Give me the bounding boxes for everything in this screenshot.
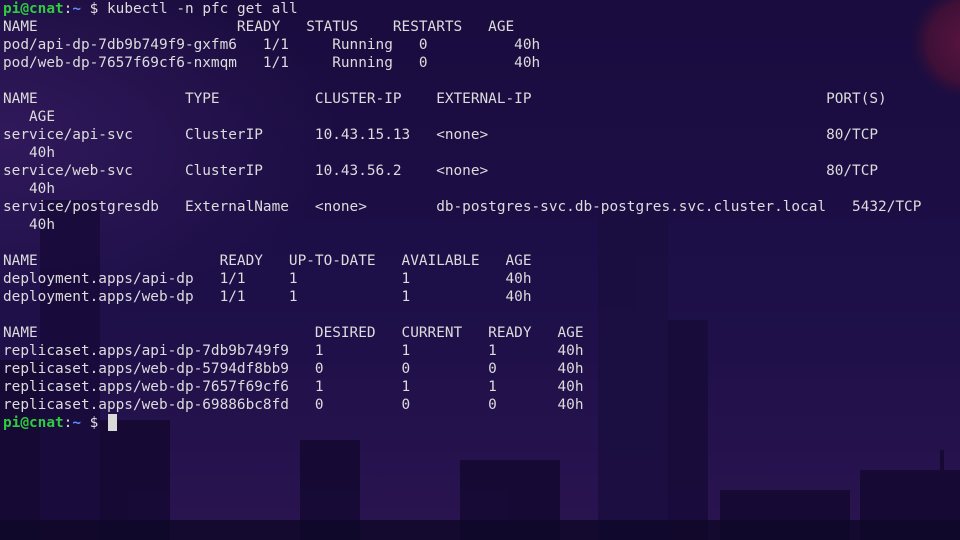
text-cursor bbox=[108, 414, 118, 431]
command-line: pi@cnat:~ $ kubectl -n pfc get all bbox=[3, 0, 298, 18]
deployment-row: deployment.apps/api-dp 1/1 1 1 40h bbox=[3, 271, 532, 287]
replicaset-row: replicaset.apps/web-dp-69886bc8fd 0 0 0 … bbox=[3, 397, 584, 413]
pods-header: NAME READY STATUS RESTARTS AGE bbox=[3, 19, 515, 35]
service-row-wrap: 40h bbox=[3, 181, 55, 197]
replicaset-row: replicaset.apps/web-dp-7657f69cf6 1 1 1 … bbox=[3, 379, 584, 395]
services-header-wrap: AGE bbox=[3, 109, 55, 125]
pod-row: pod/web-dp-7657f69cf6-nxmqm 1/1 Running … bbox=[3, 55, 541, 71]
pod-row: pod/api-dp-7db9b749f9-gxfm6 1/1 Running … bbox=[3, 37, 541, 53]
command-text: kubectl -n pfc get all bbox=[107, 1, 298, 17]
service-row: service/web-svc ClusterIP 10.43.56.2 <no… bbox=[3, 163, 879, 179]
service-row-wrap: 40h bbox=[3, 145, 55, 161]
prompt-symbol: $ bbox=[89, 415, 99, 431]
prompt-path: ~ bbox=[72, 1, 81, 17]
prompt-user-host: pi@cnat bbox=[3, 1, 64, 17]
services-header: NAME TYPE CLUSTER-IP EXTERNAL-IP PORT(S) bbox=[3, 91, 887, 107]
deployment-row: deployment.apps/web-dp 1/1 1 1 40h bbox=[3, 289, 532, 305]
replicaset-row: replicaset.apps/api-dp-7db9b749f9 1 1 1 … bbox=[3, 343, 584, 359]
service-row-wrap: 40h bbox=[3, 217, 55, 233]
prompt-path: ~ bbox=[72, 415, 81, 431]
prompt-user-host: pi@cnat bbox=[3, 415, 64, 431]
prompt-symbol: $ bbox=[89, 1, 99, 17]
active-prompt-line[interactable]: pi@cnat:~ $ bbox=[3, 414, 118, 432]
terminal-window[interactable]: pi@cnat:~ $ kubectl -n pfc get all NAME … bbox=[0, 0, 960, 540]
replicasets-header: NAME DESIRED CURRENT READY AGE bbox=[3, 325, 584, 341]
service-row: service/postgresdb ExternalName <none> d… bbox=[3, 199, 922, 215]
service-row: service/api-svc ClusterIP 10.43.15.13 <n… bbox=[3, 127, 879, 143]
deployments-header: NAME READY UP-TO-DATE AVAILABLE AGE bbox=[3, 253, 532, 269]
replicaset-row: replicaset.apps/web-dp-5794df8bb9 0 0 0 … bbox=[3, 361, 584, 377]
